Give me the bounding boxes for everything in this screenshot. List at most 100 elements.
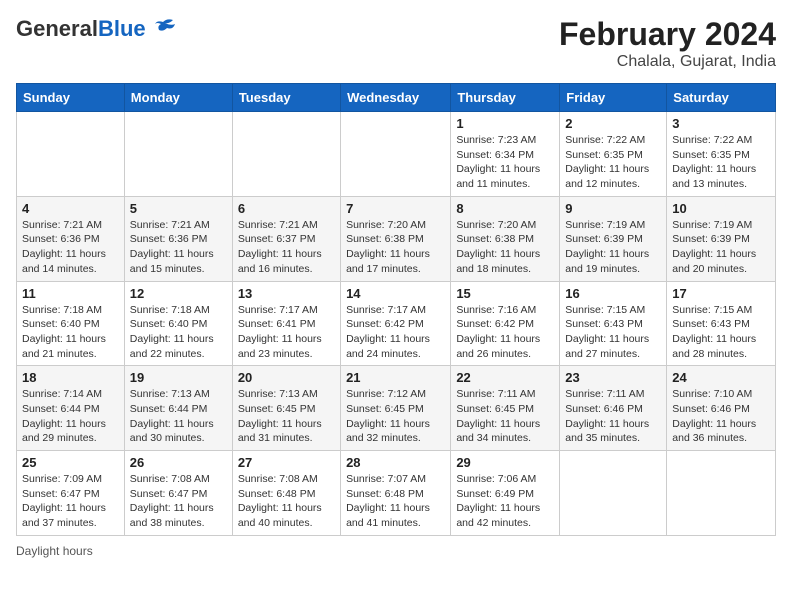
day-number: 16 [565, 286, 661, 301]
day-number: 2 [565, 116, 661, 131]
day-number: 3 [672, 116, 770, 131]
day-cell: 2 Sunrise: 7:22 AM Sunset: 6:35 PM Daylig… [560, 112, 667, 197]
day-cell: 9 Sunrise: 7:19 AM Sunset: 6:39 PM Daylig… [560, 196, 667, 281]
logo-general: General [16, 16, 98, 41]
day-number: 9 [565, 201, 661, 216]
day-cell: 26Sunrise: 7:08 AM Sunset: 6:47 PM Dayli… [124, 451, 232, 536]
day-info: Sunrise: 7:22 AM Sunset: 6:35 PM Dayligh… [672, 133, 770, 192]
day-cell: 24 Sunrise: 7:10 AM Sunset: 6:46 PM Dayli… [667, 366, 776, 451]
title-block: February 2024 Chalala, Gujarat, India [559, 16, 776, 71]
day-cell [124, 112, 232, 197]
header-day-saturday: Saturday [667, 84, 776, 112]
day-info: Sunrise: 7:09 AM Sunset: 6:47 PM Dayligh… [22, 472, 119, 531]
day-cell [17, 112, 125, 197]
day-info: Sunrise: 7:15 AM Sunset: 6:43 PM Dayligh… [565, 303, 661, 362]
day-number: 24 [672, 370, 770, 385]
day-info: Sunrise: 7:08 AM Sunset: 6:47 PM Dayligh… [130, 472, 227, 531]
day-cell: 8 Sunrise: 7:20 AM Sunset: 6:38 PM Daylig… [451, 196, 560, 281]
day-number: 20 [238, 370, 335, 385]
day-number: 10 [672, 201, 770, 216]
day-info: Sunrise: 7:13 AM Sunset: 6:45 PM Dayligh… [238, 387, 335, 446]
day-number: 19 [130, 370, 227, 385]
day-cell: 6 Sunrise: 7:21 AM Sunset: 6:37 PM Daylig… [232, 196, 340, 281]
day-info: Sunrise: 7:13 AM Sunset: 6:44 PM Dayligh… [130, 387, 227, 446]
header-day-sunday: Sunday [17, 84, 125, 112]
day-cell: 25 Sunrise: 7:09 AM Sunset: 6:47 PM Dayli… [17, 451, 125, 536]
logo: GeneralBlue [16, 16, 177, 42]
logo-blue: Blue [98, 16, 146, 41]
page-title: February 2024 [559, 16, 776, 53]
day-number: 21 [346, 370, 445, 385]
week-row-5: 25 Sunrise: 7:09 AM Sunset: 6:47 PM Dayli… [17, 451, 776, 536]
day-cell: 19 Sunrise: 7:13 AM Sunset: 6:44 PM Dayli… [124, 366, 232, 451]
day-number: 7 [346, 201, 445, 216]
page-header: GeneralBlue February 2024 Chalala, Gujar… [16, 16, 776, 71]
calendar-table: SundayMondayTuesdayWednesdayThursdayFrid… [16, 83, 776, 536]
header-row: SundayMondayTuesdayWednesdayThursdayFrid… [17, 84, 776, 112]
day-number: 12 [130, 286, 227, 301]
day-cell: 22Sunrise: 7:11 AM Sunset: 6:45 PM Dayli… [451, 366, 560, 451]
day-cell: 13Sunrise: 7:17 AM Sunset: 6:41 PM Dayli… [232, 281, 340, 366]
day-cell: 1Sunrise: 7:23 AM Sunset: 6:34 PM Daylig… [451, 112, 560, 197]
day-info: Sunrise: 7:21 AM Sunset: 6:36 PM Dayligh… [130, 218, 227, 277]
week-row-3: 11 Sunrise: 7:18 AM Sunset: 6:40 PM Dayli… [17, 281, 776, 366]
day-info: Sunrise: 7:07 AM Sunset: 6:48 PM Dayligh… [346, 472, 445, 531]
day-cell: 15 Sunrise: 7:16 AM Sunset: 6:42 PM Dayli… [451, 281, 560, 366]
page-subtitle: Chalala, Gujarat, India [559, 53, 776, 71]
day-cell: 7Sunrise: 7:20 AM Sunset: 6:38 PM Daylig… [341, 196, 451, 281]
day-info: Sunrise: 7:18 AM Sunset: 6:40 PM Dayligh… [22, 303, 119, 362]
footer-note: Daylight hours [16, 544, 776, 558]
week-row-2: 4 Sunrise: 7:21 AM Sunset: 6:36 PM Daylig… [17, 196, 776, 281]
day-info: Sunrise: 7:16 AM Sunset: 6:42 PM Dayligh… [456, 303, 554, 362]
week-row-4: 18 Sunrise: 7:14 AM Sunset: 6:44 PM Dayli… [17, 366, 776, 451]
day-number: 18 [22, 370, 119, 385]
day-cell [341, 112, 451, 197]
day-info: Sunrise: 7:18 AM Sunset: 6:40 PM Dayligh… [130, 303, 227, 362]
day-number: 27 [238, 455, 335, 470]
day-cell: 17 Sunrise: 7:15 AM Sunset: 6:43 PM Dayli… [667, 281, 776, 366]
day-number: 11 [22, 286, 119, 301]
day-number: 17 [672, 286, 770, 301]
day-cell: 21 Sunrise: 7:12 AM Sunset: 6:45 PM Dayli… [341, 366, 451, 451]
day-cell: 14 Sunrise: 7:17 AM Sunset: 6:42 PM Dayli… [341, 281, 451, 366]
day-info: Sunrise: 7:15 AM Sunset: 6:43 PM Dayligh… [672, 303, 770, 362]
day-info: Sunrise: 7:23 AM Sunset: 6:34 PM Dayligh… [456, 133, 554, 192]
day-cell: 16 Sunrise: 7:15 AM Sunset: 6:43 PM Dayli… [560, 281, 667, 366]
day-info: Sunrise: 7:11 AM Sunset: 6:46 PM Dayligh… [565, 387, 661, 446]
day-info: Sunrise: 7:14 AM Sunset: 6:44 PM Dayligh… [22, 387, 119, 446]
day-info: Sunrise: 7:11 AM Sunset: 6:45 PM Dayligh… [456, 387, 554, 446]
logo-text: GeneralBlue [16, 16, 146, 42]
day-number: 25 [22, 455, 119, 470]
day-info: Sunrise: 7:20 AM Sunset: 6:38 PM Dayligh… [456, 218, 554, 277]
calendar-header: SundayMondayTuesdayWednesdayThursdayFrid… [17, 84, 776, 112]
day-info: Sunrise: 7:12 AM Sunset: 6:45 PM Dayligh… [346, 387, 445, 446]
day-number: 28 [346, 455, 445, 470]
day-info: Sunrise: 7:22 AM Sunset: 6:35 PM Dayligh… [565, 133, 661, 192]
day-cell: 20 Sunrise: 7:13 AM Sunset: 6:45 PM Dayli… [232, 366, 340, 451]
day-cell: 28 Sunrise: 7:07 AM Sunset: 6:48 PM Dayli… [341, 451, 451, 536]
day-info: Sunrise: 7:19 AM Sunset: 6:39 PM Dayligh… [565, 218, 661, 277]
header-day-friday: Friday [560, 84, 667, 112]
day-cell: 11 Sunrise: 7:18 AM Sunset: 6:40 PM Dayli… [17, 281, 125, 366]
day-number: 8 [456, 201, 554, 216]
day-number: 4 [22, 201, 119, 216]
day-cell: 18 Sunrise: 7:14 AM Sunset: 6:44 PM Dayli… [17, 366, 125, 451]
day-cell: 12 Sunrise: 7:18 AM Sunset: 6:40 PM Dayli… [124, 281, 232, 366]
day-cell: 27Sunrise: 7:08 AM Sunset: 6:48 PM Dayli… [232, 451, 340, 536]
day-cell [560, 451, 667, 536]
day-cell [232, 112, 340, 197]
calendar-body: 1Sunrise: 7:23 AM Sunset: 6:34 PM Daylig… [17, 112, 776, 536]
day-number: 6 [238, 201, 335, 216]
day-number: 15 [456, 286, 554, 301]
day-number: 14 [346, 286, 445, 301]
day-info: Sunrise: 7:17 AM Sunset: 6:42 PM Dayligh… [346, 303, 445, 362]
day-info: Sunrise: 7:21 AM Sunset: 6:37 PM Dayligh… [238, 218, 335, 277]
day-cell: 29Sunrise: 7:06 AM Sunset: 6:49 PM Dayli… [451, 451, 560, 536]
day-info: Sunrise: 7:21 AM Sunset: 6:36 PM Dayligh… [22, 218, 119, 277]
day-info: Sunrise: 7:10 AM Sunset: 6:46 PM Dayligh… [672, 387, 770, 446]
day-number: 5 [130, 201, 227, 216]
day-cell: 10Sunrise: 7:19 AM Sunset: 6:39 PM Dayli… [667, 196, 776, 281]
header-day-tuesday: Tuesday [232, 84, 340, 112]
day-cell [667, 451, 776, 536]
day-info: Sunrise: 7:06 AM Sunset: 6:49 PM Dayligh… [456, 472, 554, 531]
